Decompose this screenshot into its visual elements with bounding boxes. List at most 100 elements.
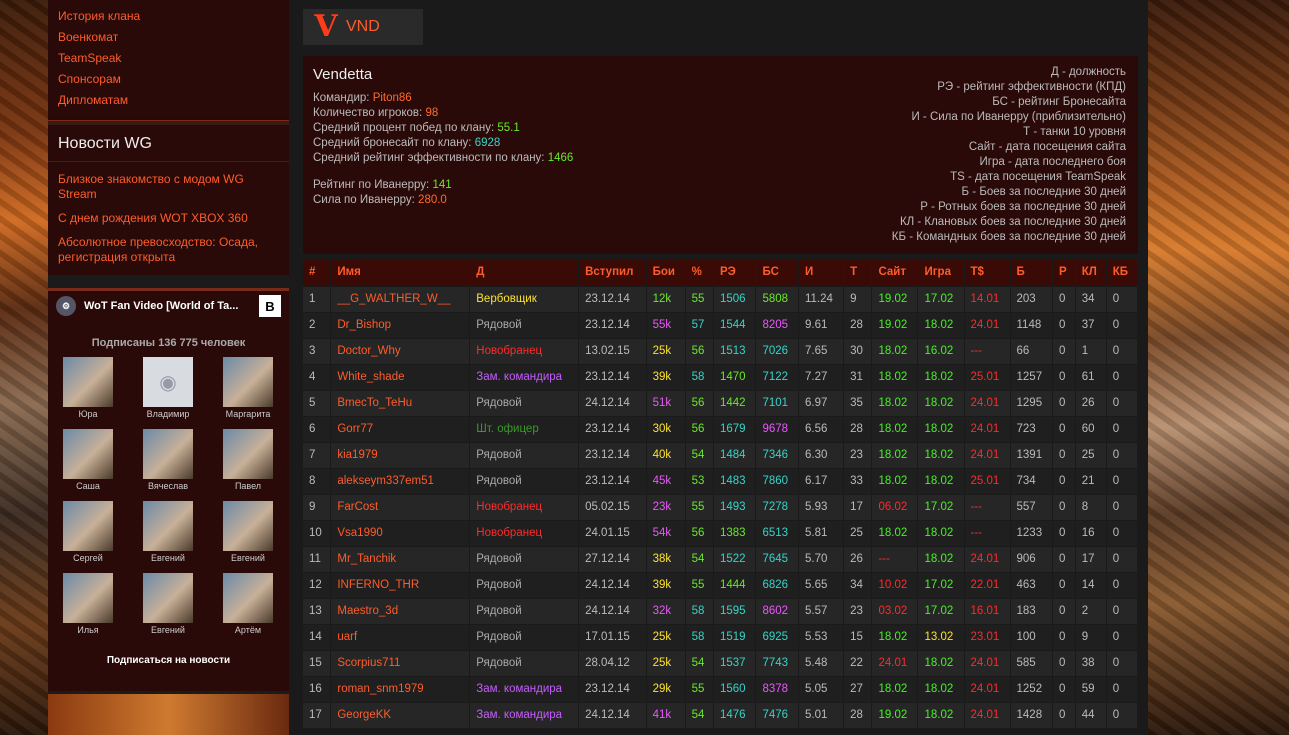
table-cell[interactable]: alekseym337em51 xyxy=(330,467,471,494)
table-cell: 24.01 xyxy=(871,649,919,676)
table-cell: 0 xyxy=(1052,415,1076,442)
column-header[interactable]: Сайт xyxy=(871,259,919,286)
menu-item-diplomats[interactable]: Дипломатам xyxy=(58,90,279,111)
vk-member[interactable]: Вячеслав xyxy=(128,429,208,495)
table-cell[interactable]: Doctor_Why xyxy=(330,337,471,364)
table-cell[interactable]: FarCost xyxy=(330,493,471,520)
vk-follow-button[interactable]: Подписаться на новости xyxy=(48,655,289,666)
avatar[interactable] xyxy=(223,429,273,479)
column-header[interactable]: РЭ xyxy=(713,259,757,286)
table-cell: 5808 xyxy=(755,285,799,312)
table-cell[interactable]: uarf xyxy=(330,623,471,650)
column-header[interactable]: % xyxy=(685,259,714,286)
column-header[interactable]: КБ xyxy=(1106,259,1139,286)
table-cell[interactable]: Vsa1990 xyxy=(330,519,471,546)
column-header[interactable]: Вступил xyxy=(578,259,647,286)
column-header[interactable]: Д xyxy=(469,259,580,286)
table-cell[interactable]: INFERNO_THR xyxy=(330,571,471,598)
vk-member[interactable]: Евгений xyxy=(128,501,208,567)
table-cell: 24.12.14 xyxy=(578,571,647,598)
table-row: 13 Maestro_3d Рядовой 24.12.14 32k 58 1595 8602… xyxy=(303,597,1139,624)
table-cell: Новобранец xyxy=(469,493,580,520)
table-cell[interactable]: roman_snm1979 xyxy=(330,675,471,702)
news-link[interactable]: Близкое знакомство с модом WG Stream xyxy=(58,172,279,202)
table-cell: 0 xyxy=(1106,285,1139,312)
vk-group-title[interactable]: WoT Fan Video [World of Ta... xyxy=(84,300,238,312)
group-logo-icon[interactable]: ⚙ xyxy=(56,296,76,316)
camera-icon[interactable]: ◉ xyxy=(143,357,193,407)
table-cell[interactable]: BmecTo_TeHu xyxy=(330,389,471,416)
menu-item-sponsors[interactable]: Спонсорам xyxy=(58,69,279,90)
table-cell: 18.02 xyxy=(871,519,919,546)
column-header[interactable]: Имя xyxy=(330,259,471,286)
table-cell[interactable]: Scorpius711 xyxy=(330,649,471,676)
table-cell: 13 xyxy=(303,597,332,624)
avatar[interactable] xyxy=(143,429,193,479)
vk-member[interactable]: Артём xyxy=(208,573,288,639)
avatar[interactable] xyxy=(223,357,273,407)
avatar[interactable] xyxy=(223,501,273,551)
commander-value[interactable]: Piton86 xyxy=(373,92,412,104)
avatar[interactable] xyxy=(63,501,113,551)
table-cell: 7 xyxy=(303,441,332,468)
vk-member[interactable]: Маргарита xyxy=(208,357,288,423)
column-header[interactable]: T$ xyxy=(964,259,1011,286)
menu-item-recruit[interactable]: Военкомат xyxy=(58,27,279,48)
column-header[interactable]: Р xyxy=(1052,259,1076,286)
news-link[interactable]: Абсолютное превосходство: Осада, регистр… xyxy=(58,235,279,265)
table-cell[interactable]: Maestro_3d xyxy=(330,597,471,624)
table-cell[interactable]: Mr_Tanchik xyxy=(330,545,471,572)
vk-member[interactable]: Юра xyxy=(48,357,128,423)
menu-item-history[interactable]: История клана xyxy=(58,6,279,27)
vk-member[interactable]: ◉ Владимир xyxy=(128,357,208,423)
avatar[interactable] xyxy=(223,573,273,623)
table-cell: Вербовщик xyxy=(469,285,580,312)
table-cell: 1 xyxy=(1075,337,1107,364)
table-cell: 25 xyxy=(843,519,873,546)
table-cell: 28 xyxy=(843,311,873,338)
table-cell[interactable]: kia1979 xyxy=(330,441,471,468)
column-header[interactable]: БС xyxy=(755,259,799,286)
vk-member[interactable]: Илья xyxy=(48,573,128,639)
vk-badge[interactable]: B xyxy=(259,295,281,317)
table-cell: 25.01 xyxy=(964,467,1011,494)
table-cell: 0 xyxy=(1106,545,1139,572)
column-header[interactable]: Бои xyxy=(646,259,686,286)
avatar[interactable] xyxy=(63,573,113,623)
table-row: 15 Scorpius711 Рядовой 28.04.12 25k 54 1537 774… xyxy=(303,649,1139,676)
column-header[interactable]: КЛ xyxy=(1075,259,1107,286)
table-cell[interactable]: GeorgeKK xyxy=(330,701,471,728)
news-link[interactable]: С днем рождения WOT XBOX 360 xyxy=(58,211,279,226)
column-header[interactable]: Б xyxy=(1010,259,1054,286)
clan-tab[interactable]: V VND xyxy=(303,9,423,45)
table-cell[interactable]: Dr_Bishop xyxy=(330,311,471,338)
table-cell: 18.02 xyxy=(871,623,919,650)
avatar[interactable] xyxy=(63,357,113,407)
legend-item: Игра - дата последнего боя xyxy=(979,156,1126,168)
avatar[interactable] xyxy=(63,429,113,479)
table-cell: 6826 xyxy=(755,571,799,598)
menu-item-teamspeak[interactable]: TeamSpeak xyxy=(58,48,279,69)
table-cell: 1391 xyxy=(1010,441,1054,468)
vk-member[interactable]: Павел xyxy=(208,429,288,495)
table-row: 6 Gorr77 Шт. офицер 23.12.14 30k 56 1679 9678 6.… xyxy=(303,415,1139,442)
vk-member[interactable]: Евгений xyxy=(208,501,288,567)
avatar[interactable] xyxy=(143,501,193,551)
table-cell: 11.24 xyxy=(798,285,845,312)
table-cell: 55 xyxy=(685,285,714,312)
table-cell: 1484 xyxy=(713,441,757,468)
table-cell[interactable]: __G_WALTHER_W__ xyxy=(330,285,471,312)
table-cell: 54 xyxy=(685,649,714,676)
avatar[interactable] xyxy=(143,573,193,623)
table-cell[interactable]: Gorr77 xyxy=(330,415,471,442)
table-cell: 1 xyxy=(303,285,332,312)
table-cell: 18.02 xyxy=(871,441,919,468)
vk-member[interactable]: Евгений xyxy=(128,573,208,639)
vk-member[interactable]: Саша xyxy=(48,429,128,495)
column-header[interactable]: Игра xyxy=(917,259,965,286)
column-header[interactable]: Т xyxy=(843,259,873,286)
vk-member[interactable]: Сергей xyxy=(48,501,128,567)
column-header[interactable]: И xyxy=(798,259,845,286)
column-header[interactable]: # xyxy=(303,259,332,286)
table-cell[interactable]: White_shade xyxy=(330,363,471,390)
